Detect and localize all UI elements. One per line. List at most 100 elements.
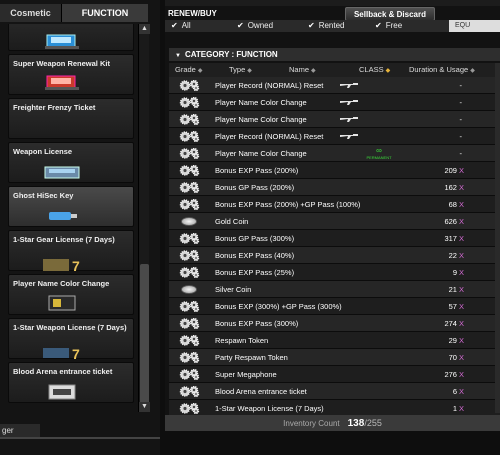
sort-active-icon: ◆ xyxy=(385,68,391,74)
gears-icon xyxy=(179,301,200,312)
sellback-discard-button[interactable]: Sellback & Discard xyxy=(345,7,435,21)
item-name: Gold Coin xyxy=(215,217,249,226)
item-duration: 162 X xyxy=(424,179,464,196)
quantity-x-mark: X xyxy=(458,200,464,209)
duration-value: 274 xyxy=(444,319,457,328)
table-row[interactable]: Player Name Color Change ∞ PERMANENT - xyxy=(169,145,500,162)
column-type[interactable]: Type ◆ xyxy=(229,63,252,78)
gears-icon xyxy=(179,97,200,108)
item-duration: 274 X xyxy=(424,315,464,332)
scroll-up-icon[interactable]: ▲ xyxy=(139,24,150,34)
item-duration: - xyxy=(424,77,464,94)
item-duration: - xyxy=(424,128,464,145)
table-row[interactable]: Bonus EXP Pass (200%) 209 X xyxy=(169,162,500,179)
table-row[interactable]: Player Name Color Change - xyxy=(169,111,500,128)
column-grade[interactable]: Grade ◆ xyxy=(175,63,202,78)
table-row[interactable]: Player Record (NORMAL) Reset - xyxy=(169,128,500,145)
table-row[interactable]: Super Megaphone 276 X xyxy=(169,366,500,383)
duration-value: 22 xyxy=(448,251,457,260)
table-row[interactable]: Player Name Color Change - xyxy=(169,94,500,111)
equip-button[interactable]: EQU xyxy=(449,20,500,32)
item-duration: - xyxy=(424,145,464,162)
tab-cosmetic[interactable]: Cosmetic xyxy=(0,4,62,22)
table-row[interactable]: Player Record (NORMAL) Reset - xyxy=(169,77,500,94)
duration-value: 162 xyxy=(444,183,457,192)
item-duration: - xyxy=(424,94,464,111)
table-row[interactable]: Blood Arena entrance ticket 6 X xyxy=(169,383,500,400)
column-label: Grade xyxy=(175,65,196,74)
item-duration: 9X xyxy=(424,264,464,281)
column-duration[interactable]: Duration & Usage ◆ xyxy=(409,63,475,78)
duration-value: 6 xyxy=(452,387,457,396)
filter-owned[interactable]: ✔ Owned xyxy=(237,20,273,32)
item-card-0[interactable] xyxy=(8,24,134,51)
gears-icon xyxy=(179,267,200,278)
item-card-8[interactable]: Blood Arena entrance ticket xyxy=(8,362,134,403)
filter-rented[interactable]: ✔ Rented xyxy=(308,20,345,32)
tab-function[interactable]: FUNCTION xyxy=(62,4,148,22)
duration-value: 276 xyxy=(444,370,457,379)
laptop-red-icon xyxy=(45,75,79,90)
left-bottom-tab[interactable]: ger xyxy=(0,424,40,438)
table-row[interactable]: Bonus EXP (300%) +GP Pass (300%) 57 X xyxy=(169,298,500,315)
item-duration: 626 X xyxy=(424,213,464,230)
table-row[interactable]: Bonus EXP Pass (300%) 274 X xyxy=(169,315,500,332)
table-row[interactable]: Respawn Token 29 X xyxy=(169,332,500,349)
gears-icon xyxy=(179,233,200,244)
check-icon: ✔ xyxy=(171,21,178,30)
gear-license-icon: 7 xyxy=(43,258,80,274)
gears-icon xyxy=(179,148,200,159)
table-row[interactable]: Bonus EXP Pass (25%) 9 X xyxy=(169,264,500,281)
gears-icon xyxy=(179,369,200,380)
item-card-4[interactable]: Ghost HiSec Key xyxy=(8,186,134,227)
table-row[interactable]: Party Respawn Token 70 X xyxy=(169,349,500,366)
filter-all[interactable]: ✔ All xyxy=(171,20,191,32)
table-row[interactable]: Bonus GP Pass (200%) 162 X xyxy=(169,179,500,196)
table-row[interactable]: Bonus EXP Pass (40%) 22 X xyxy=(169,247,500,264)
left-scrollbar[interactable]: ▲ ▼ xyxy=(138,24,150,412)
left-scroll-thumb[interactable] xyxy=(140,264,149,404)
item-duration: 68 X xyxy=(424,196,464,213)
filter-label: All xyxy=(181,21,191,30)
item-card-label: 1-Star Weapon License (7 Days) xyxy=(13,323,127,332)
category-label: CATEGORY : FUNCTION xyxy=(184,50,278,59)
quantity-x-mark: X xyxy=(458,251,464,260)
item-card-6[interactable]: Player Name Color Change xyxy=(8,274,134,315)
sort-icon: ◆ xyxy=(247,68,252,74)
scroll-down-icon[interactable]: ▼ xyxy=(139,402,150,412)
item-duration: 276 X xyxy=(424,366,464,383)
item-card-3[interactable]: Weapon License xyxy=(8,142,134,183)
column-label: Name xyxy=(289,65,310,74)
inventory-left-panel: Cosmetic FUNCTION Super Weapon Renewal K… xyxy=(0,0,160,455)
filter-free[interactable]: ✔ Free xyxy=(375,20,402,32)
column-class[interactable]: CLASS ◆ xyxy=(359,63,390,78)
filter-label: Owned xyxy=(247,21,274,30)
permanent-badge: ∞ PERMANENT xyxy=(359,147,399,161)
table-row[interactable]: Bonus GP Pass (300%) 317 X xyxy=(169,230,500,247)
column-name[interactable]: Name ◆ xyxy=(289,63,316,78)
item-card-2[interactable]: Freighter Frenzy Ticket xyxy=(8,98,134,139)
table-row[interactable]: Bonus EXP Pass (200%) +GP Pass (100%) 68 X xyxy=(169,196,500,213)
item-duration: 317 X xyxy=(424,230,464,247)
table-row[interactable]: Gold Coin 626 X xyxy=(169,213,500,230)
item-card-5[interactable]: 1-Star Gear License (7 Days) 7 xyxy=(8,230,134,274)
infinity-icon: ∞ xyxy=(376,146,382,155)
duration-value: - xyxy=(459,98,463,107)
right-scrollbar[interactable] xyxy=(495,63,500,413)
category-header[interactable]: ▼ CATEGORY : FUNCTION xyxy=(169,48,500,61)
gears-icon xyxy=(179,318,200,329)
laptop-blue-icon xyxy=(45,34,79,49)
renew-buy-label[interactable]: RENEW/BUY xyxy=(168,8,238,20)
item-name: Player Record (NORMAL) Reset xyxy=(215,132,324,141)
item-card-1[interactable]: Super Weapon Renewal Kit xyxy=(8,54,134,95)
check-icon: ✔ xyxy=(308,21,315,30)
item-name: Bonus EXP Pass (300%) xyxy=(215,319,299,328)
item-duration: 70 X xyxy=(424,349,464,366)
coin-icon xyxy=(181,285,197,294)
gears-icon xyxy=(179,80,200,91)
item-card-label: Ghost HiSec Key xyxy=(13,191,74,200)
item-card-7[interactable]: 1-Star Weapon License (7 Days) 7 xyxy=(8,318,134,362)
top-tab-strip xyxy=(165,0,500,6)
quantity-x-mark: X xyxy=(458,285,464,294)
table-row[interactable]: Silver Coin 21 X xyxy=(169,281,500,298)
